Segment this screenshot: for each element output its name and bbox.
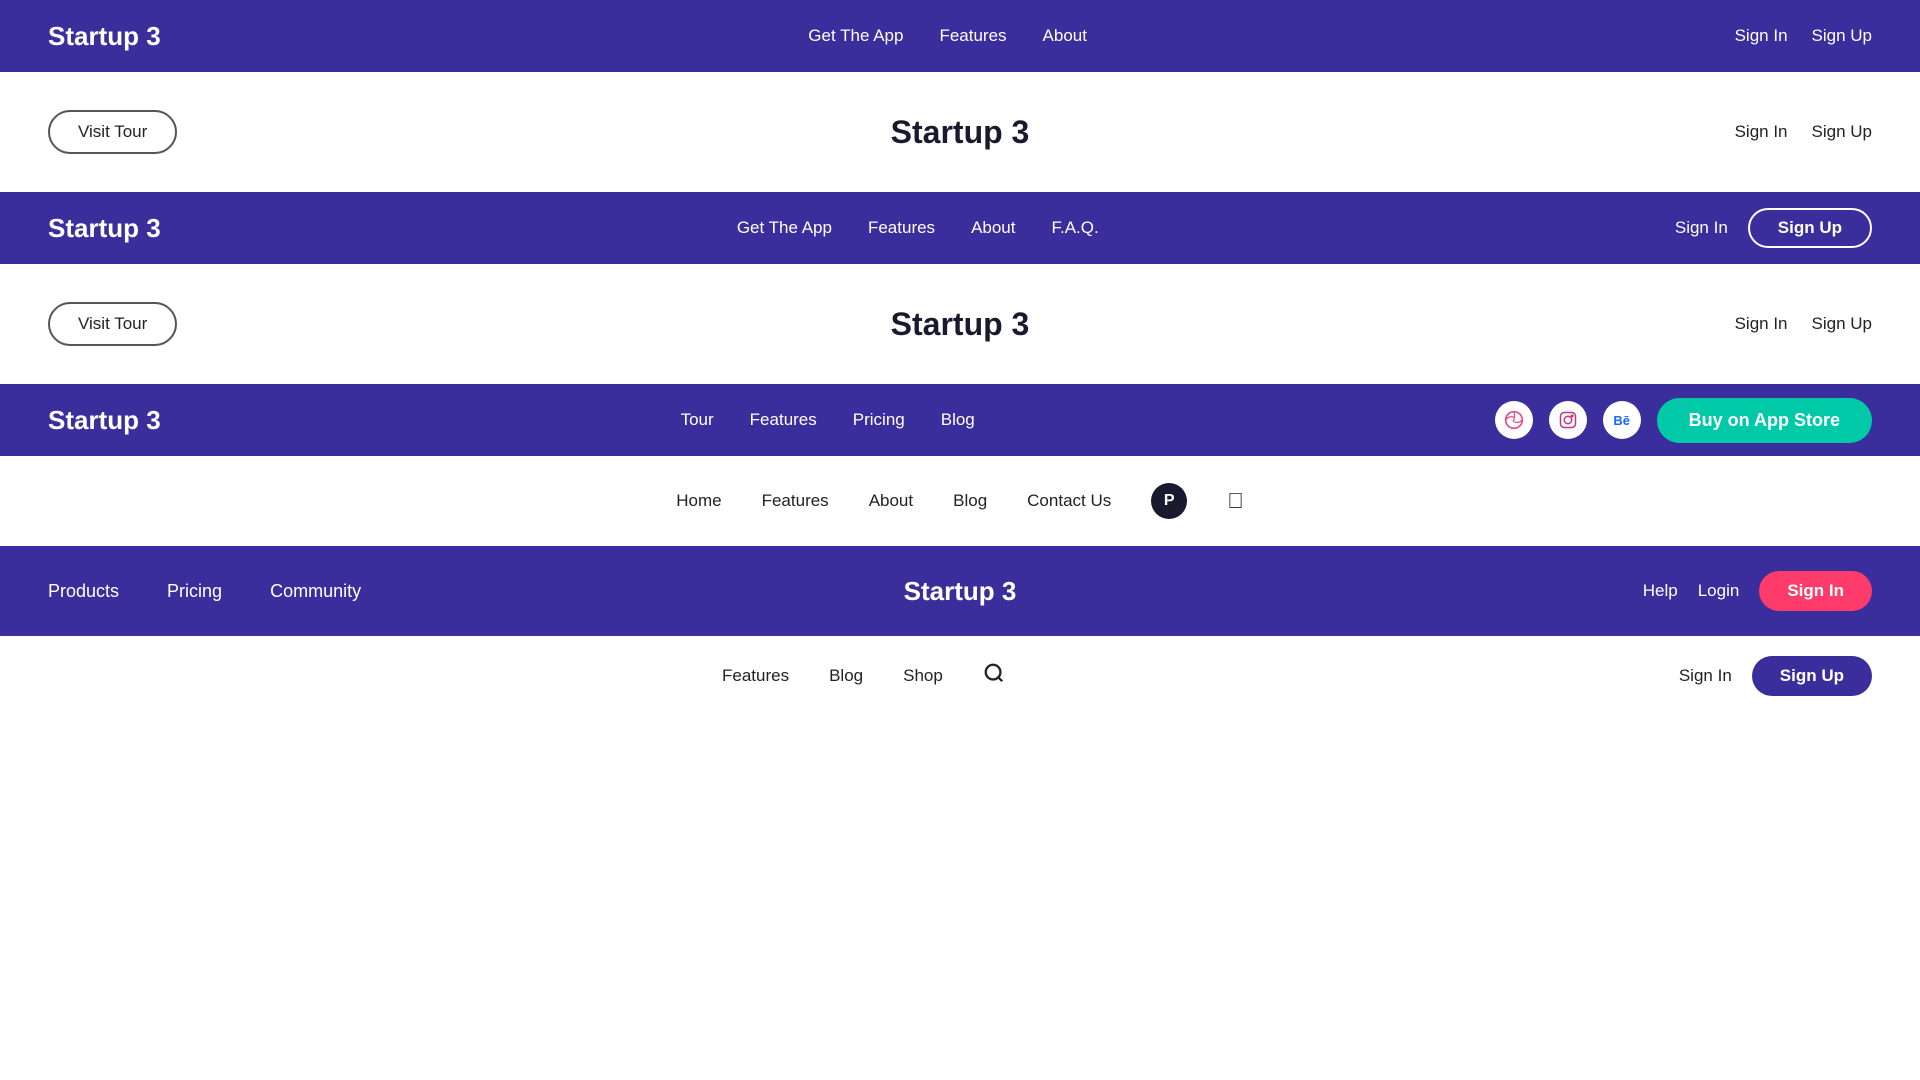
logo-white-2: Startup 3 <box>891 306 1030 343</box>
nav-w4-blog[interactable]: Blog <box>829 666 863 686</box>
nav-w4-features[interactable]: Features <box>722 666 789 686</box>
dribbble-icon[interactable] <box>1495 401 1533 439</box>
nav-end-row2: Sign In Sign Up <box>1675 208 1872 248</box>
white-strip-1: Visit Tour Startup 3 Sign In Sign Up <box>0 72 1920 192</box>
search-icon[interactable] <box>983 662 1005 690</box>
nav-row4: Products Pricing Community <box>48 581 361 602</box>
nav3-blog[interactable]: Blog <box>941 410 975 429</box>
sign-pair-2: Sign In Sign Up <box>1735 314 1872 334</box>
nav4-community[interactable]: Community <box>270 581 361 602</box>
nav-w3-blog[interactable]: Blog <box>953 491 987 511</box>
logo-white-1: Startup 3 <box>891 114 1030 151</box>
sign-in-white2[interactable]: Sign In <box>1735 314 1788 334</box>
navbar-row4: Products Pricing Community Startup 3 Hel… <box>0 546 1920 636</box>
nav-w4-shop[interactable]: Shop <box>903 666 943 686</box>
sign-up-white2[interactable]: Sign Up <box>1812 314 1872 334</box>
brand-row3: Startup 3 <box>48 405 161 436</box>
sign-up-btn-white4[interactable]: Sign Up <box>1752 656 1872 696</box>
nav-w3-features[interactable]: Features <box>762 491 829 511</box>
nav-features[interactable]: Features <box>939 26 1006 45</box>
brand-row2: Startup 3 <box>48 213 161 244</box>
sign-up-row1[interactable]: Sign Up <box>1812 26 1872 46</box>
visit-tour-btn-2[interactable]: Visit Tour <box>48 302 177 346</box>
nav-w3-contact[interactable]: Contact Us <box>1027 491 1111 511</box>
sign-up-btn-row2[interactable]: Sign Up <box>1748 208 1872 248</box>
sign-in-btn-row4[interactable]: Sign In <box>1759 571 1872 611</box>
nav-white3: Home Features About Blog Contact Us P  <box>48 483 1872 519</box>
nav-about[interactable]: About <box>1043 26 1087 45</box>
nav2-features[interactable]: Features <box>868 218 935 237</box>
logo-row4: Startup 3 <box>904 576 1017 607</box>
nav-row3: Tour Features Pricing Blog <box>681 410 975 430</box>
nav4-pricing[interactable]: Pricing <box>167 581 222 602</box>
nav2-about[interactable]: About <box>971 218 1015 237</box>
nav2-faq[interactable]: F.A.Q. <box>1052 218 1099 237</box>
sign-in-white4[interactable]: Sign In <box>1679 666 1732 686</box>
sign-in-row1[interactable]: Sign In <box>1735 26 1788 46</box>
sign-in-row2[interactable]: Sign In <box>1675 218 1728 238</box>
white-strip-4: Features Blog Shop Sign In Sign Up <box>0 636 1920 716</box>
nav3-features[interactable]: Features <box>750 410 817 429</box>
login-link[interactable]: Login <box>1698 581 1740 601</box>
nav4-products[interactable]: Products <box>48 581 119 602</box>
navbar-row3: Startup 3 Tour Features Pricing Blog Bē … <box>0 384 1920 456</box>
nav-end-row3: Bē Buy on App Store <box>1495 398 1872 443</box>
nav3-tour[interactable]: Tour <box>681 410 714 429</box>
nav3-pricing[interactable]: Pricing <box>853 410 905 429</box>
sign-pair-white4: Sign In Sign Up <box>1679 656 1872 696</box>
nav-row1: Get The App Features About <box>808 26 1087 46</box>
sign-in-white1[interactable]: Sign In <box>1735 122 1788 142</box>
buy-app-store-btn[interactable]: Buy on App Store <box>1657 398 1872 443</box>
navbar-row2: Startup 3 Get The App Features About F.A… <box>0 192 1920 264</box>
nav-row2: Get The App Features About F.A.Q. <box>737 218 1099 238</box>
nav-end-row1: Sign In Sign Up <box>1735 26 1872 46</box>
nav-w3-home[interactable]: Home <box>676 491 721 511</box>
nav2-get-the-app[interactable]: Get The App <box>737 218 832 237</box>
navbar-row1: Startup 3 Get The App Features About Sig… <box>0 0 1920 72</box>
help-link[interactable]: Help <box>1643 581 1678 601</box>
sign-up-white1[interactable]: Sign Up <box>1812 122 1872 142</box>
brand-row1: Startup 3 <box>48 21 161 52</box>
product-hunt-icon[interactable]: P <box>1151 483 1187 519</box>
nav-end-row4: Help Login Sign In <box>1643 571 1872 611</box>
visit-tour-btn-1[interactable]: Visit Tour <box>48 110 177 154</box>
behance-icon[interactable]: Bē <box>1603 401 1641 439</box>
sign-pair-1: Sign In Sign Up <box>1735 122 1872 142</box>
nav-white4: Features Blog Shop <box>48 662 1679 690</box>
instagram-icon[interactable] <box>1549 401 1587 439</box>
white-strip-2: Visit Tour Startup 3 Sign In Sign Up <box>0 264 1920 384</box>
white-strip-3: Home Features About Blog Contact Us P  <box>0 456 1920 546</box>
nav-w3-about[interactable]: About <box>869 491 913 511</box>
apple-icon[interactable]:  <box>1227 488 1244 514</box>
nav-get-the-app[interactable]: Get The App <box>808 26 903 45</box>
